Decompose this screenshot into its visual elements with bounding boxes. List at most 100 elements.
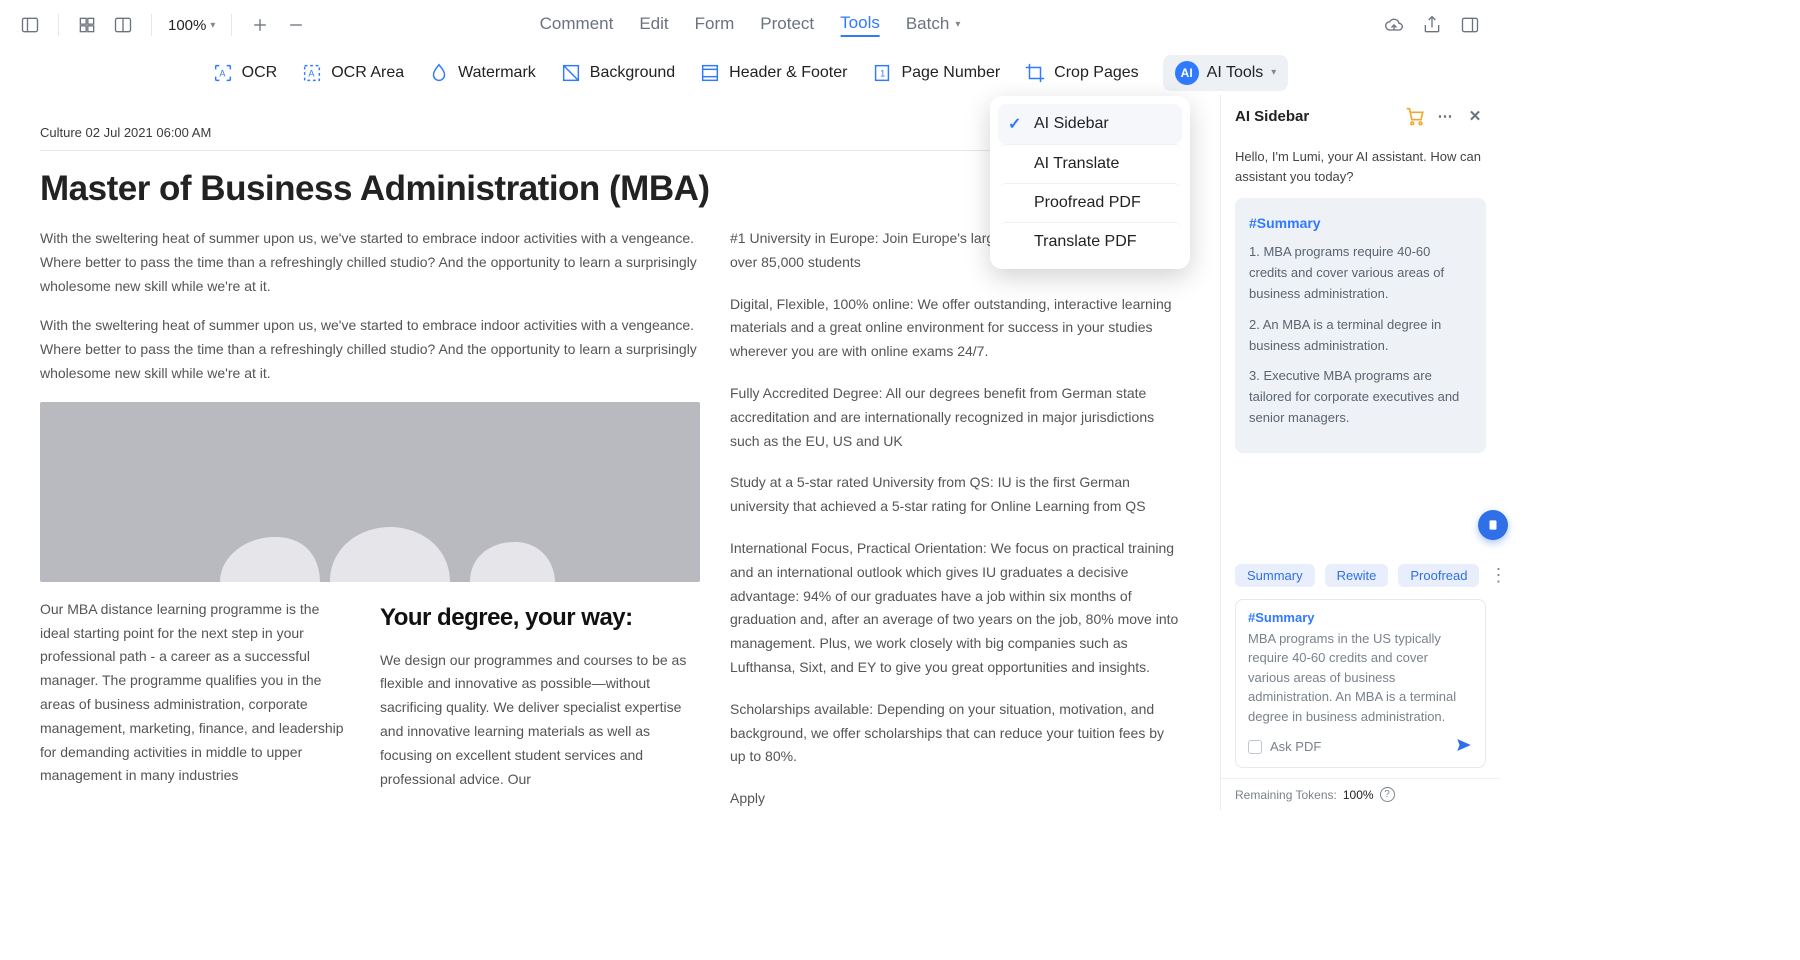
doc-paragraph: Digital, Flexible, 100% online: We offer…: [730, 293, 1180, 364]
more-icon[interactable]: ⋯: [1434, 105, 1456, 127]
cloud-upload-icon[interactable]: [1382, 13, 1406, 37]
ai-sidebar-panel: AI Sidebar ⋯ ✕ Hello, I'm Lumi, your AI …: [1220, 95, 1500, 810]
chip-rewrite[interactable]: Rewite: [1325, 564, 1389, 587]
ai-tools-button[interactable]: AI AI Tools ▾: [1163, 55, 1289, 91]
ai-greeting: Hello, I'm Lumi, your AI assistant. How …: [1235, 147, 1486, 186]
header-footer-icon: [699, 62, 721, 84]
page-number-icon: 1: [871, 62, 893, 84]
chevron-down-icon: ▾: [210, 20, 215, 31]
dropdown-item-proofread-pdf[interactable]: Proofread PDF: [998, 183, 1182, 222]
tool-label: Header & Footer: [729, 64, 847, 82]
tool-watermark[interactable]: Watermark: [428, 62, 536, 84]
ai-sidebar-title: AI Sidebar: [1235, 108, 1309, 125]
main-tabs: Comment Edit Form Protect Tools Batch ▾: [540, 13, 961, 37]
tab-tools[interactable]: Tools: [840, 13, 880, 37]
ocr-area-icon: A: [301, 62, 323, 84]
dropdown-label: Proofread PDF: [1034, 194, 1141, 212]
cart-icon[interactable]: [1404, 105, 1426, 127]
check-icon: ✓: [1008, 114, 1024, 134]
tab-comment[interactable]: Comment: [540, 13, 614, 37]
more-icon[interactable]: ⋮: [1489, 565, 1500, 586]
ask-pdf-label: Ask PDF: [1270, 739, 1321, 754]
floating-action-button[interactable]: [1478, 510, 1508, 540]
tokens-label: Remaining Tokens:: [1235, 788, 1337, 802]
dropdown-label: AI Sidebar: [1034, 115, 1109, 133]
svg-text:1: 1: [881, 68, 886, 78]
ai-tools-dropdown: ✓ AI Sidebar AI Translate Proofread PDF T…: [990, 96, 1190, 269]
tool-label: OCR Area: [331, 64, 404, 82]
doc-paragraph: Study at a 5-star rated University from …: [730, 471, 1180, 519]
ai-badge-icon: AI: [1175, 61, 1199, 85]
tool-label: Page Number: [901, 64, 1000, 82]
tab-batch-label: Batch: [906, 14, 949, 34]
separator: [231, 14, 232, 36]
tab-edit[interactable]: Edit: [639, 13, 668, 37]
tool-label: Background: [590, 64, 675, 82]
separator: [151, 14, 152, 36]
summary-tag: #Summary: [1249, 212, 1472, 234]
summary-line: 3. Executive MBA programs are tailored f…: [1249, 366, 1472, 428]
chip-row: Summary Rewite Proofread ⋮: [1235, 564, 1486, 587]
ask-pdf-checkbox[interactable]: [1248, 740, 1262, 754]
doc-paragraph: With the sweltering heat of summer upon …: [40, 314, 700, 385]
doc-paragraph: Fully Accredited Degree: All our degrees…: [730, 382, 1180, 453]
dropdown-item-ai-translate[interactable]: AI Translate: [998, 144, 1182, 183]
compose-tag: #Summary: [1248, 610, 1473, 625]
dropdown-label: Translate PDF: [1034, 233, 1137, 251]
close-icon[interactable]: ✕: [1464, 105, 1486, 127]
tokens-value: 100%: [1343, 788, 1374, 802]
doc-paragraph: Apply: [730, 787, 1180, 810]
tool-background[interactable]: Background: [560, 62, 675, 84]
ai-summary-card: #Summary 1. MBA programs require 40-60 c…: [1235, 198, 1486, 453]
dropdown-item-ai-sidebar[interactable]: ✓ AI Sidebar: [998, 104, 1182, 144]
tool-ocr-area[interactable]: A OCR Area: [301, 62, 404, 84]
watermark-icon: [428, 62, 450, 84]
svg-text:A: A: [219, 68, 226, 78]
ai-tools-label: AI Tools: [1207, 64, 1264, 82]
svg-text:A: A: [309, 68, 316, 78]
two-page-view-icon[interactable]: [111, 13, 135, 37]
tool-crop-pages[interactable]: Crop Pages: [1024, 62, 1139, 84]
grid-view-icon[interactable]: [75, 13, 99, 37]
tab-form[interactable]: Form: [695, 13, 735, 37]
doc-paragraph: We design our programmes and courses to …: [380, 649, 690, 792]
chevron-down-icon: ▾: [955, 19, 960, 30]
tool-ocr[interactable]: A OCR: [212, 62, 278, 84]
dropdown-label: AI Translate: [1034, 155, 1119, 173]
dropdown-item-translate-pdf[interactable]: Translate PDF: [998, 222, 1182, 261]
zoom-out-icon[interactable]: [284, 13, 308, 37]
zoom-level[interactable]: 100% ▾: [168, 17, 215, 34]
document-image: [40, 402, 700, 582]
background-icon: [560, 62, 582, 84]
chip-proofread[interactable]: Proofread: [1398, 564, 1479, 587]
right-panel-icon[interactable]: [1458, 13, 1482, 37]
chip-summary[interactable]: Summary: [1235, 564, 1315, 587]
doc-paragraph: Scholarships available: Depending on you…: [730, 698, 1180, 769]
summary-line: 1. MBA programs require 40-60 credits an…: [1249, 242, 1472, 304]
chevron-down-icon: ▾: [1271, 67, 1276, 78]
tool-page-number[interactable]: 1 Page Number: [871, 62, 1000, 84]
tool-label: Crop Pages: [1054, 64, 1139, 82]
tool-label: OCR: [242, 64, 278, 82]
zoom-in-icon[interactable]: [248, 13, 272, 37]
separator: [58, 14, 59, 36]
crop-icon: [1024, 62, 1046, 84]
doc-paragraph: Our MBA distance learning programme is t…: [40, 598, 350, 788]
tool-label: Watermark: [458, 64, 536, 82]
send-icon[interactable]: [1455, 736, 1473, 757]
doc-paragraph: With the sweltering heat of summer upon …: [40, 227, 700, 298]
tab-batch[interactable]: Batch ▾: [906, 13, 961, 37]
share-icon[interactable]: [1420, 13, 1444, 37]
ai-sidebar-footer: Remaining Tokens: 100% ?: [1221, 778, 1500, 810]
tool-header-footer[interactable]: Header & Footer: [699, 62, 847, 84]
help-icon[interactable]: ?: [1380, 787, 1395, 802]
compose-text: MBA programs in the US typically require…: [1248, 629, 1473, 727]
sidebar-panel-icon[interactable]: [18, 13, 42, 37]
doc-paragraph: International Focus, Practical Orientati…: [730, 537, 1180, 680]
ocr-icon: A: [212, 62, 234, 84]
tab-protect[interactable]: Protect: [760, 13, 814, 37]
compose-box: #Summary MBA programs in the US typicall…: [1235, 599, 1486, 769]
summary-line: 2. An MBA is a terminal degree in busine…: [1249, 315, 1472, 357]
zoom-value: 100%: [168, 17, 206, 34]
doc-subtitle: Your degree, your way:: [380, 598, 690, 639]
